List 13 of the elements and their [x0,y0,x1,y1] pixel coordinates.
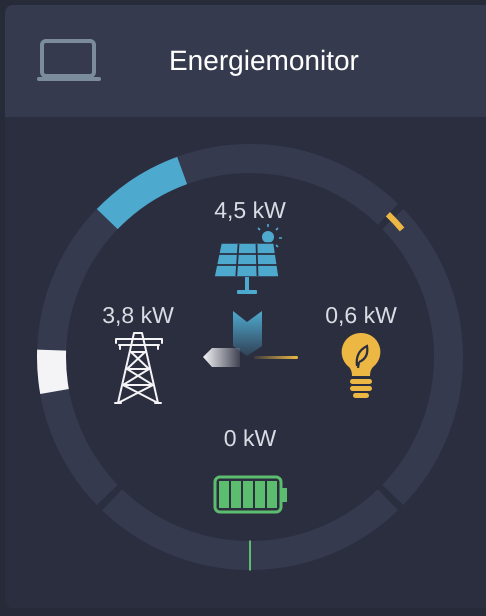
power-value: 0 kW [224,425,276,451]
power-value: 4,5 kW [214,197,286,223]
battery-marker [249,540,251,570]
laptop-icon [37,39,101,83]
power-value: 3,8 kW [102,302,174,328]
card-title: Energiemonitor [169,44,359,78]
flow-line [254,356,298,359]
lightbulb-leaf-icon [342,333,380,398]
left-arrow-icon [203,348,240,367]
power-tower-icon [114,332,163,404]
down-arrow-icon [233,311,262,356]
power-value: 0,6 kW [325,302,397,328]
solar-panel-icon [213,223,283,294]
